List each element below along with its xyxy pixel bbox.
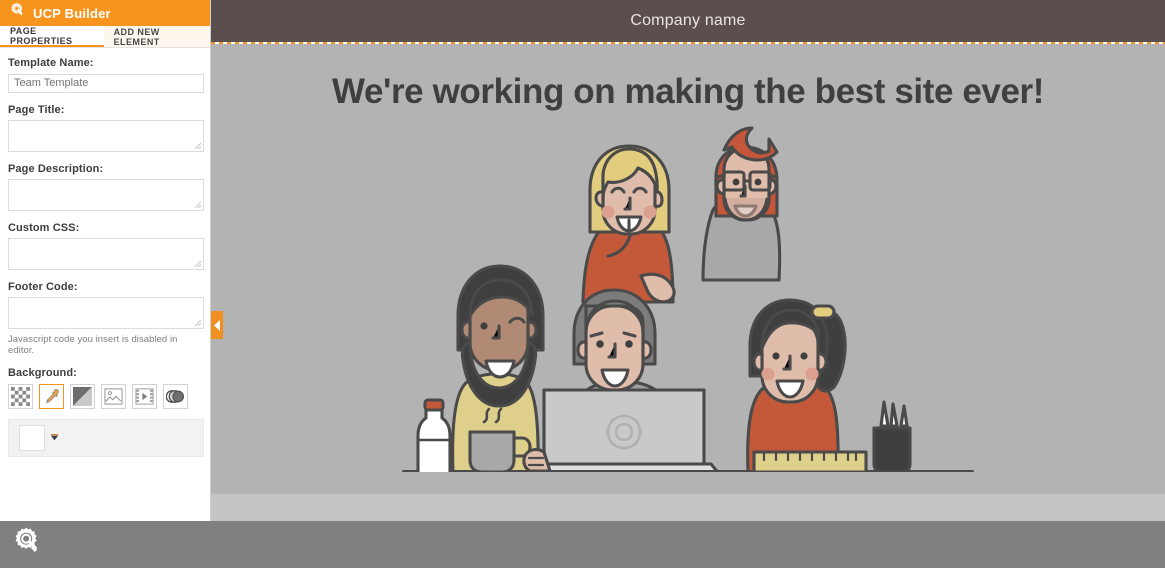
page-title-textarea[interactable]	[8, 120, 204, 152]
page-properties-form: Template Name: Page Title: Page Descript…	[0, 48, 210, 521]
app-root: UCP Builder PAGE PROPERTIES ADD NEW ELEM…	[0, 0, 1165, 568]
tab-page-properties[interactable]: PAGE PROPERTIES	[0, 26, 104, 47]
app-footer	[0, 521, 1165, 568]
background-option-transparent[interactable]	[8, 384, 33, 409]
sidebar-tabs: PAGE PROPERTIES ADD NEW ELEMENT	[0, 26, 210, 48]
page-description-label: Page Description:	[8, 163, 202, 175]
background-type-row	[8, 384, 202, 409]
spacer	[8, 211, 202, 222]
brand-title: UCP Builder	[33, 6, 111, 21]
film-play-icon	[135, 387, 154, 406]
image-icon	[104, 387, 123, 406]
eyedropper-icon	[42, 387, 61, 406]
gradient-icon	[73, 387, 92, 406]
spacer	[8, 93, 202, 104]
illustration-wrap	[211, 120, 1165, 472]
template-name-label: Template Name:	[8, 57, 202, 69]
company-name-title: Company name	[630, 12, 745, 30]
brand-bar: UCP Builder	[0, 0, 210, 26]
canvas-headline: We're working on making the best site ev…	[211, 72, 1165, 112]
checkerboard-icon	[11, 387, 30, 406]
page-title-label: Page Title:	[8, 104, 202, 116]
custom-css-textarea[interactable]	[8, 238, 204, 270]
chevron-left-icon	[214, 320, 221, 331]
tab-add-new-element[interactable]: ADD NEW ELEMENT	[104, 26, 210, 47]
background-option-color[interactable]	[39, 384, 64, 409]
sidebar-panel: UCP Builder PAGE PROPERTIES ADD NEW ELEM…	[0, 0, 211, 521]
site-header: Company name	[211, 0, 1165, 42]
footer-code-label: Footer Code:	[8, 281, 202, 293]
template-name-input[interactable]	[8, 74, 204, 93]
footer-code-hint: Javascript code you insert is disabled i…	[8, 334, 202, 356]
spacer	[8, 270, 202, 281]
sidebar-collapse-handle[interactable]	[211, 311, 223, 339]
background-label: Background:	[8, 367, 202, 379]
page-title-wrap	[8, 120, 204, 152]
chevron-down-icon[interactable]	[50, 433, 59, 442]
background-option-slideshow[interactable]	[163, 384, 188, 409]
background-option-gradient[interactable]	[70, 384, 95, 409]
custom-css-wrap	[8, 238, 204, 270]
page-description-textarea[interactable]	[8, 179, 204, 211]
page-description-wrap	[8, 179, 204, 211]
footer-code-wrap	[8, 297, 204, 329]
background-color-swatch[interactable]	[19, 425, 45, 451]
spacer	[8, 152, 202, 163]
gear-magnifier-icon	[9, 2, 26, 24]
custom-css-label: Custom CSS:	[8, 222, 202, 234]
canvas-bottom-strip	[211, 494, 1165, 521]
gear-magnifier-icon[interactable]	[11, 526, 44, 564]
footer-code-textarea[interactable]	[8, 297, 204, 329]
spacer	[8, 356, 202, 367]
background-color-panel	[8, 419, 204, 457]
background-option-video[interactable]	[132, 384, 157, 409]
background-option-image[interactable]	[101, 384, 126, 409]
team-around-laptop-illustration	[398, 120, 978, 472]
page-canvas[interactable]: We're working on making the best site ev…	[211, 44, 1165, 494]
slideshow-circles-icon	[166, 387, 185, 406]
